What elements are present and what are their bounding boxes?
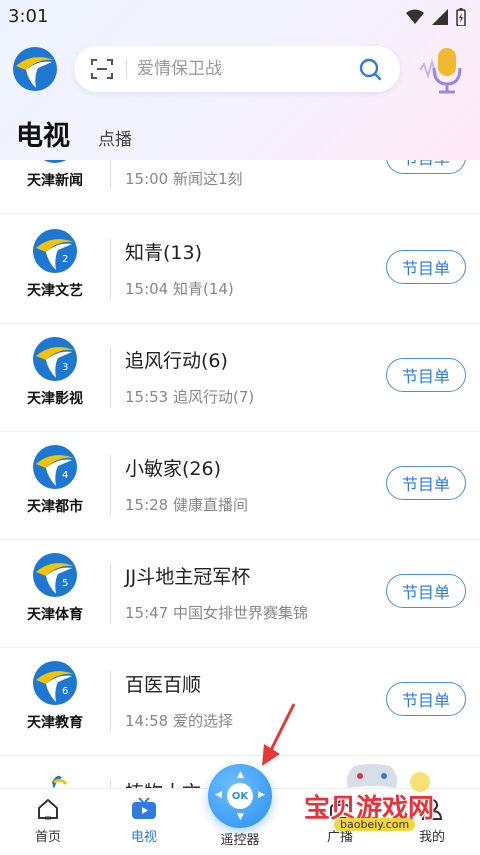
category-tabs: 电视 点播 — [16, 114, 132, 153]
channel-row[interactable]: 天津新闻 15:00 新闻这1刻 节目单 — [0, 160, 480, 214]
channel-name: 天津教育 — [27, 715, 83, 731]
schedule-button[interactable]: 节目单 — [386, 358, 466, 392]
row-divider — [110, 160, 111, 190]
channel-name: 天津都市 — [27, 499, 83, 515]
watermark-url: baobeiy.com — [334, 818, 416, 831]
channel-row[interactable]: 3 天津影视 追风行动(6) 15:53 追风行动(7) 节目单 — [0, 324, 480, 432]
svg-text:5: 5 — [62, 578, 68, 589]
tv-icon — [132, 797, 156, 819]
signal-icon — [432, 9, 448, 25]
status-time: 3:01 — [8, 6, 49, 27]
tianjin-tv-logo-icon: 6 — [33, 661, 77, 705]
svg-text:3: 3 — [62, 362, 68, 373]
scan-icon[interactable] — [90, 57, 114, 81]
tianjin-tv-logo-icon — [43, 160, 67, 163]
nav-remote-label: 遥控器 — [220, 833, 260, 848]
search-bar[interactable] — [74, 46, 400, 92]
tab-vod[interactable]: 点播 — [98, 125, 132, 150]
tianjin-tv-logo-icon: 3 — [33, 337, 77, 381]
channel-row[interactable]: 5 天津体育 JJ斗地主冠军杯 15:47 中国女排世界赛集锦 节目单 — [0, 540, 480, 648]
remote-down-icon: ▼ — [237, 812, 244, 822]
row-divider — [110, 670, 111, 732]
row-divider — [110, 778, 111, 788]
row-divider — [110, 562, 111, 624]
svg-text:6: 6 — [62, 686, 68, 697]
tianjin-tv-logo-icon: 5 — [33, 553, 77, 597]
channel-name: 天津文艺 — [27, 283, 83, 299]
row-divider — [110, 238, 111, 300]
red-arrow-icon — [262, 703, 296, 766]
channel-name: 天津影视 — [27, 391, 83, 407]
remote-ok-label: OK — [227, 783, 253, 809]
next-program: 15:00 新闻这1刻 — [125, 170, 243, 188]
remote-right-icon: ▶ — [258, 790, 265, 800]
search-icon[interactable] — [358, 57, 382, 81]
battery-icon — [456, 8, 466, 26]
channel-logo — [14, 764, 96, 788]
schedule-button[interactable]: 节目单 — [386, 574, 466, 608]
channel-logo: 5 天津体育 — [14, 548, 96, 640]
current-program: 知青(13) — [125, 242, 203, 264]
nav-home[interactable]: 首页 — [13, 797, 83, 845]
voice-mic-icon[interactable] — [416, 44, 476, 96]
next-program: 14:58 爱的选择 — [125, 712, 233, 730]
nav-home-label: 首页 — [34, 830, 61, 845]
row-divider — [110, 454, 111, 516]
row-divider — [110, 346, 111, 408]
remote-control-button[interactable]: ▲ ▼ ◀ ▶ OK — [208, 764, 272, 828]
nav-tv[interactable]: 电视 — [109, 797, 179, 845]
search-input[interactable] — [137, 59, 347, 79]
channel-row[interactable]: 6 天津教育 百医百顺 14:58 爱的选择 节目单 — [0, 648, 480, 756]
channel-logo: 4 天津都市 — [14, 440, 96, 532]
channel-logo: 6 天津教育 — [14, 656, 96, 748]
channel-logo: 3 天津影视 — [14, 332, 96, 424]
search-separator — [126, 59, 127, 79]
remote-up-icon: ▲ — [237, 770, 244, 780]
schedule-button[interactable]: 节目单 — [386, 466, 466, 500]
channel-row[interactable]: 2 天津文艺 知青(13) 15:04 知青(14) 节目单 — [0, 216, 480, 324]
nav-tv-label: 电视 — [130, 830, 157, 845]
remote-left-icon: ◀ — [215, 790, 222, 800]
tab-tv[interactable]: 电视 — [16, 114, 70, 153]
next-program: 15:04 知青(14) — [125, 280, 234, 298]
channel-row[interactable]: 4 天津都市 小敏家(26) 15:28 健康直播间 节目单 — [0, 432, 480, 540]
channel-logo: 天津新闻 — [14, 160, 96, 206]
channel-logo: 2 天津文艺 — [14, 224, 96, 316]
status-icons — [406, 8, 466, 26]
current-program: 植物大文 — [125, 778, 201, 788]
svg-text:4: 4 — [62, 470, 68, 481]
current-program: 小敏家(26) — [125, 458, 222, 480]
wifi-icon — [406, 9, 424, 24]
home-icon — [38, 799, 58, 820]
channel-name: 天津新闻 — [27, 173, 83, 189]
next-program: 15:47 中国女排世界赛集锦 — [125, 604, 308, 622]
next-program: 15:53 追风行动(7) — [125, 388, 255, 406]
schedule-button[interactable]: 节目单 — [386, 250, 466, 284]
svg-text:2: 2 — [62, 254, 68, 265]
app-logo-icon[interactable] — [12, 46, 58, 92]
tianjin-tv-logo-icon: 4 — [33, 445, 77, 489]
channel-logo-partial-icon — [52, 775, 68, 788]
schedule-button[interactable]: 节目单 — [386, 682, 466, 716]
next-program: 15:28 健康直播间 — [125, 496, 248, 514]
schedule-button[interactable]: 节目单 — [386, 160, 466, 174]
current-program: JJ斗地主冠军杯 — [125, 566, 251, 588]
current-program: 追风行动(6) — [125, 350, 228, 372]
current-program: 百医百顺 — [125, 674, 202, 696]
status-bar: 3:01 — [0, 0, 480, 34]
channel-name: 天津体育 — [27, 607, 83, 623]
tianjin-tv-logo-icon: 2 — [33, 229, 77, 273]
channel-list[interactable]: 天津新闻 15:00 新闻这1刻 节目单 2 天津文艺 知青(13) 15:04… — [0, 160, 480, 788]
